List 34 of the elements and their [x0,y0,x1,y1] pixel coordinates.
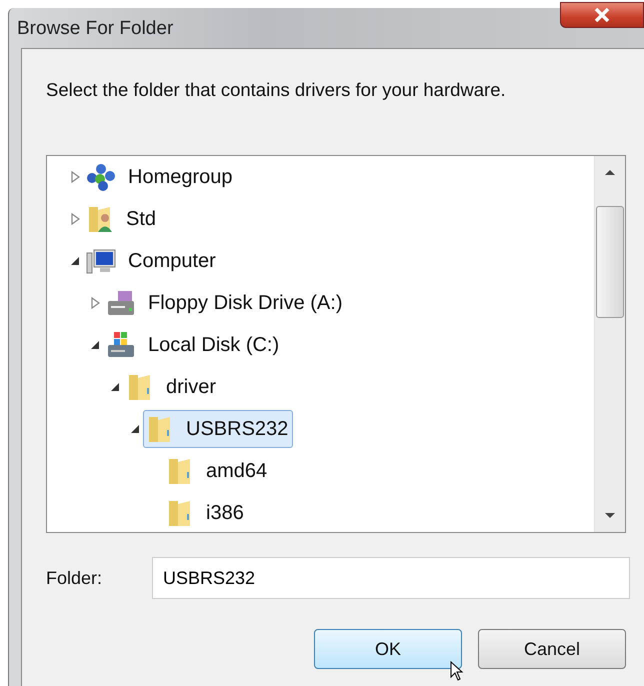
collapse-arrow-icon[interactable] [110,382,120,392]
hard-disk-icon [106,331,136,359]
computer-icon [86,247,116,275]
window-title: Browse For Folder [16,17,174,40]
expand-arrow-icon[interactable] [90,297,100,309]
tree-item[interactable]: USBRS232 [143,410,294,448]
close-icon [593,8,611,22]
scrollbar[interactable] [594,156,625,532]
instruction-text: Select the folder that contains drivers for your hardware. [46,79,507,101]
tree-item[interactable]: driver [123,368,222,406]
cancel-button[interactable]: Cancel [478,629,626,669]
expand-arrow-icon[interactable] [70,213,80,225]
floppy-drive-icon [106,289,136,317]
close-button[interactable] [560,2,644,28]
folder-field[interactable]: USBRS232 [152,557,630,599]
mouse-cursor-icon [450,661,464,681]
scroll-thumb[interactable] [596,206,624,318]
collapse-arrow-icon[interactable] [70,256,80,266]
tree-item[interactable]: amd64 [163,452,272,490]
expand-arrow-icon[interactable] [70,171,80,183]
collapse-arrow-icon[interactable] [130,424,140,434]
tree-item[interactable]: Homegroup [83,158,238,196]
ok-button[interactable]: OK [314,629,462,669]
network-icon [86,163,116,191]
scroll-down-icon[interactable] [604,512,616,520]
folder-label: Folder: [46,568,104,588]
collapse-arrow-icon[interactable] [90,340,100,350]
tree-item[interactable]: i386 [163,494,249,532]
tree-item[interactable]: Computer [83,242,221,280]
tree-item[interactable]: Std [83,200,162,238]
scroll-up-icon[interactable] [604,168,616,176]
tree-item[interactable]: Floppy Disk Drive (A:) [103,284,348,322]
user-folder-icon [86,204,114,234]
tree-item[interactable]: Local Disk (C:) [103,326,284,364]
